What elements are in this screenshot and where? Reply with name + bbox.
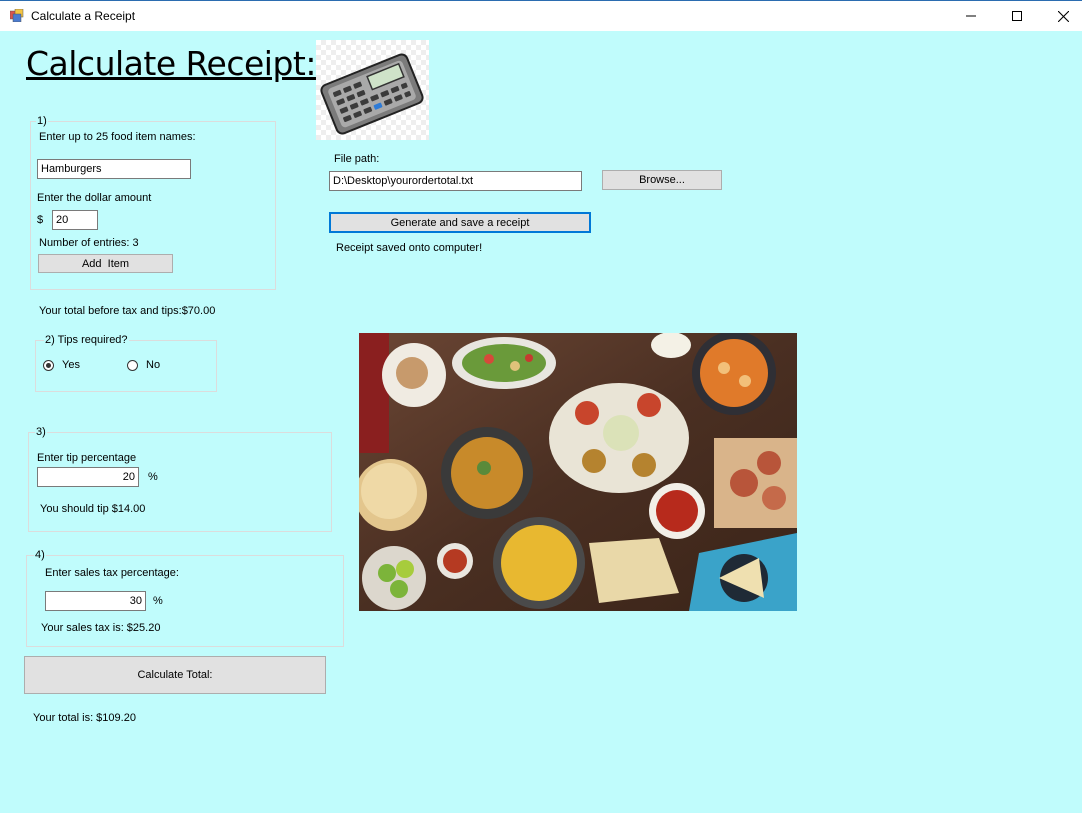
calculator-drawing (320, 53, 424, 135)
generate-receipt-button[interactable]: Generate and save a receipt (329, 212, 591, 233)
tip-percent-symbol: % (148, 471, 158, 483)
file-path-label: File path: (334, 153, 380, 165)
total-before-tax: Your total before tax and tips:$70.00 (39, 305, 216, 317)
tax-percent-symbol: % (153, 595, 163, 607)
section2-legend: 2) Tips required? (44, 334, 129, 346)
window-title: Calculate a Receipt (31, 9, 136, 23)
food-photo-drawing (359, 333, 797, 611)
tip-result: You should tip $14.00 (40, 503, 146, 515)
maximize-button[interactable] (994, 1, 1040, 31)
entries-count: Number of entries: 3 (39, 237, 139, 249)
tax-result: Your sales tax is: $25.20 (41, 622, 161, 634)
browse-button[interactable]: Browse... (602, 170, 722, 190)
section3-legend: 3) (35, 426, 47, 438)
maximize-icon (1012, 11, 1022, 21)
food-photo (359, 333, 797, 611)
food-name-input[interactable] (37, 159, 191, 179)
currency-symbol: $ (37, 214, 44, 226)
close-button[interactable] (1040, 1, 1082, 31)
app-icon (10, 9, 24, 22)
minimize-icon (966, 15, 976, 17)
title-bar: Calculate a Receipt (0, 0, 1082, 31)
food-prompt-label: Enter up to 25 food item names: (39, 131, 196, 143)
tip-percentage-input[interactable] (37, 467, 139, 487)
tips-no-label[interactable]: No (146, 359, 160, 371)
file-path-input[interactable] (329, 171, 582, 191)
tips-no-radio[interactable] (127, 360, 138, 371)
tax-prompt-label: Enter sales tax percentage: (45, 567, 179, 579)
section1-legend: 1) (36, 115, 48, 127)
grand-total: Your total is: $109.20 (33, 712, 136, 724)
sales-tax-input[interactable] (45, 591, 146, 611)
tips-yes-radio[interactable] (43, 360, 54, 371)
receipt-status: Receipt saved onto computer! (336, 242, 483, 254)
add-item-button[interactable]: Add Item (38, 254, 173, 273)
close-icon (1057, 10, 1069, 22)
amount-input[interactable] (52, 210, 98, 230)
tip-prompt-label: Enter tip percentage (37, 452, 137, 464)
calculate-total-button[interactable]: Calculate Total: (24, 656, 326, 694)
tips-yes-label[interactable]: Yes (62, 359, 80, 371)
minimize-button[interactable] (948, 1, 994, 31)
calculator-icon (316, 40, 429, 140)
page-title: Calculate Receipt: (26, 44, 316, 83)
amount-prompt-label: Enter the dollar amount (37, 192, 152, 204)
section4-legend: 4) (34, 549, 46, 561)
